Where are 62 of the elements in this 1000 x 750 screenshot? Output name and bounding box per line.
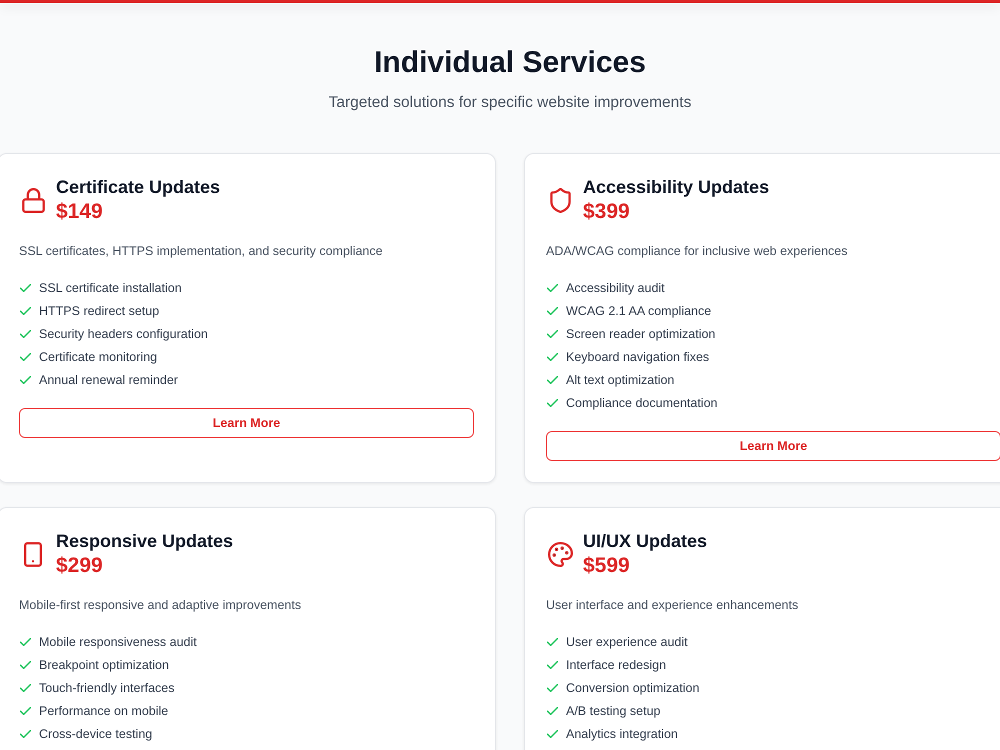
- service-price: $399: [583, 199, 631, 225]
- check-icon: [547, 353, 558, 361]
- service-price: $599: [583, 553, 631, 579]
- check-icon: [547, 730, 558, 738]
- section-heading: Individual Services: [374, 45, 646, 81]
- feature-text: Accessibility audit: [566, 280, 665, 297]
- palette-icon: [548, 542, 572, 566]
- feature-text: WCAG 2.1 AA compliance: [566, 303, 712, 320]
- service-title: Certificate Updates: [56, 176, 220, 199]
- feature-text: User experience audit: [566, 634, 688, 651]
- check-icon: [20, 707, 31, 715]
- service-description: User interface and experience enhancements: [546, 597, 800, 614]
- service-title: Responsive Updates: [56, 530, 234, 553]
- feature-text: Keyboard navigation fixes: [566, 349, 710, 366]
- feature-text: Screen reader optimization: [566, 326, 716, 343]
- shield-icon: [550, 188, 570, 212]
- feature-text: Security headers configuration: [39, 326, 208, 343]
- feature-text: Performance on mobile: [39, 703, 168, 720]
- feature-text: Conversion optimization: [566, 680, 700, 697]
- check-icon: [547, 707, 558, 715]
- check-icon: [20, 307, 31, 315]
- feature-text: Interface redesign: [566, 657, 666, 674]
- check-icon: [20, 284, 31, 292]
- feature-text: Mobile responsiveness audit: [39, 634, 197, 651]
- service-title: UI/UX Updates: [583, 530, 708, 553]
- feature-text: Analytics integration: [566, 726, 678, 743]
- check-icon: [547, 330, 558, 338]
- section-subtitle: Targeted solutions for specific website improvements: [328, 93, 692, 113]
- check-icon: [547, 638, 558, 646]
- check-icon: [20, 730, 31, 738]
- check-icon: [547, 307, 558, 315]
- learn-more-button[interactable]: Learn More: [546, 431, 1000, 461]
- check-icon: [547, 661, 558, 669]
- feature-text: Compliance documentation: [566, 395, 718, 412]
- feature-text: Cross-device testing: [39, 726, 152, 743]
- check-icon: [547, 376, 558, 384]
- check-icon: [20, 353, 31, 361]
- check-icon: [547, 399, 558, 407]
- feature-text: Certificate monitoring: [39, 349, 158, 366]
- check-icon: [547, 684, 558, 692]
- service-description: SSL certificates, HTTPS implementation, and security compliance: [19, 243, 384, 260]
- feature-text: Alt text optimization: [566, 372, 674, 389]
- service-description: ADA/WCAG compliance for inclusive web experiences: [546, 243, 849, 260]
- learn-more-button[interactable]: Learn More: [19, 408, 474, 438]
- feature-text: SSL certificate installation: [39, 280, 182, 297]
- smartphone-icon: [24, 542, 42, 566]
- service-title: Accessibility Updates: [583, 176, 770, 199]
- check-icon: [20, 376, 31, 384]
- check-icon: [20, 638, 31, 646]
- feature-text: HTTPS redirect setup: [39, 303, 160, 320]
- feature-text: Touch-friendly interfaces: [39, 680, 174, 697]
- check-icon: [547, 284, 558, 292]
- feature-text: A/B testing setup: [566, 703, 661, 720]
- lock-icon: [22, 188, 44, 212]
- check-icon: [20, 330, 31, 338]
- check-icon: [20, 661, 31, 669]
- feature-text: Annual renewal reminder: [39, 372, 178, 389]
- service-price: $149: [56, 199, 104, 225]
- check-icon: [20, 684, 31, 692]
- service-price: $299: [56, 553, 104, 579]
- service-description: Mobile-first responsive and adaptive improvements: [19, 597, 302, 614]
- feature-text: Breakpoint optimization: [39, 657, 169, 674]
